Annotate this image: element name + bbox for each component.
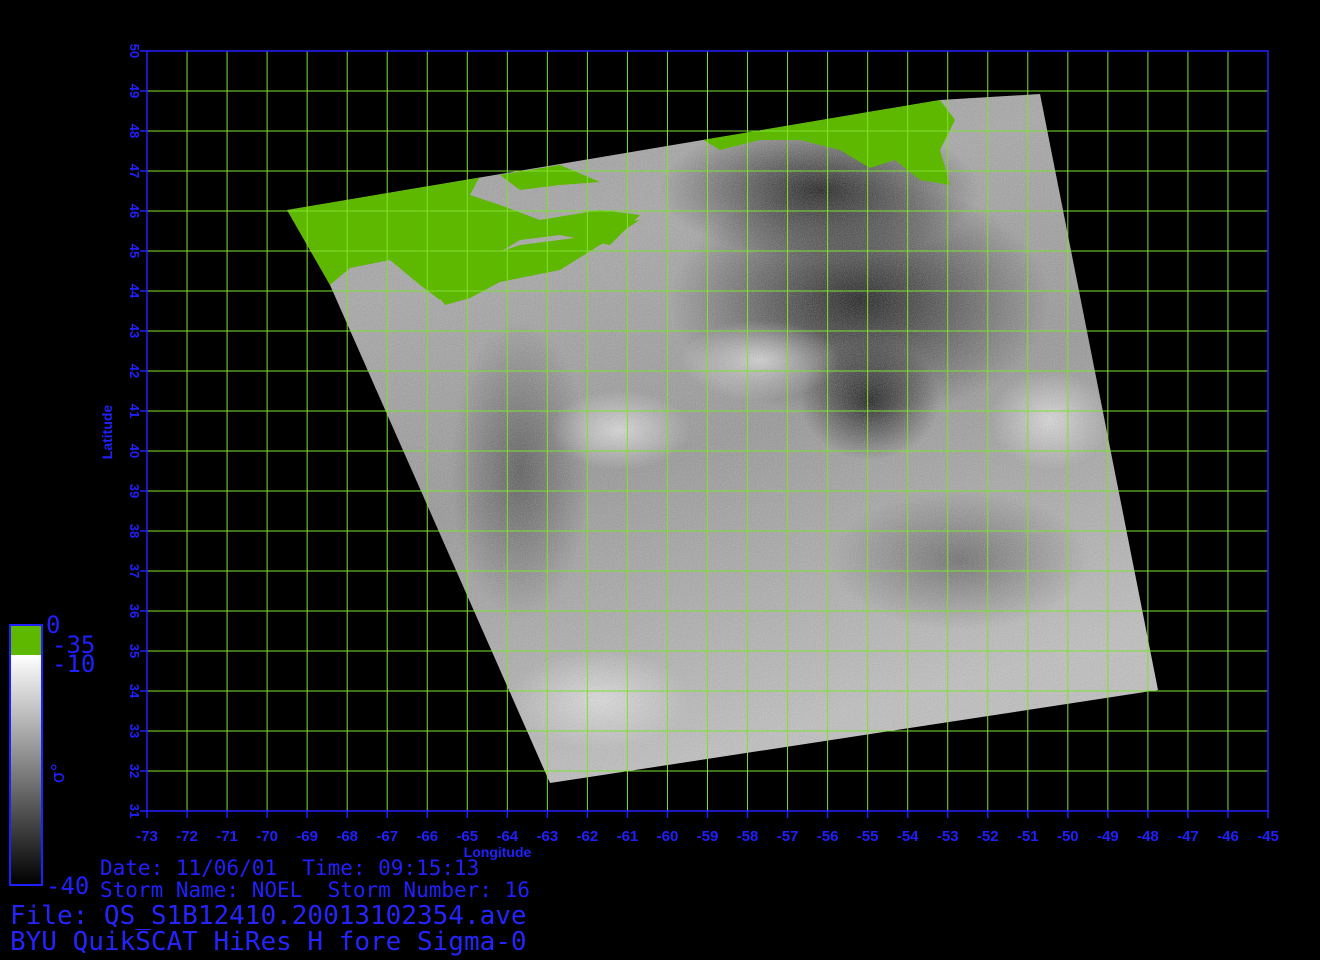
lat-tick-label: 43 bbox=[127, 324, 142, 338]
map-figure: -73 -72 -71 -70 -69 -68 -67 -66 -65 -64 -63 -62 -61 -… bbox=[9, 44, 1279, 900]
lon-tick-label: -69 bbox=[296, 828, 318, 845]
lat-tick-label: 37 bbox=[127, 564, 142, 578]
lat-tick-label: 47 bbox=[127, 164, 142, 178]
lon-tick-label: -53 bbox=[937, 828, 959, 845]
lat-tick-label: 40 bbox=[127, 444, 142, 458]
colorbar-label: -10 bbox=[52, 650, 95, 678]
lat-tick-label: 44 bbox=[127, 284, 142, 299]
lon-tick-label: -54 bbox=[897, 828, 919, 845]
lon-tick-label: -63 bbox=[537, 828, 559, 845]
lat-tick-label: 31 bbox=[127, 804, 142, 818]
colorbar-label: -40 bbox=[46, 872, 89, 900]
storm-info-text: Storm Name: NOEL Storm Number: 16 bbox=[100, 878, 530, 902]
lat-tick-label: 39 bbox=[127, 484, 142, 498]
y-axis-label: Latitude bbox=[99, 405, 115, 460]
lon-tick-label: -66 bbox=[416, 828, 438, 845]
lon-tick-label: -67 bbox=[376, 828, 398, 845]
lon-tick-label: -73 bbox=[136, 828, 158, 845]
lon-tick-label: -61 bbox=[617, 828, 639, 845]
lon-tick-label: -52 bbox=[977, 828, 999, 845]
lon-tick-label: -60 bbox=[657, 828, 679, 845]
lon-tick-label: -48 bbox=[1137, 828, 1159, 845]
lat-tick-label: 36 bbox=[127, 604, 142, 618]
file-name-text: File: QS_S1B12410.20013102354.ave bbox=[10, 901, 527, 931]
lat-tick-label: 38 bbox=[127, 524, 142, 538]
lat-tick-label: 41 bbox=[127, 404, 142, 418]
lon-tick-label: -71 bbox=[216, 828, 238, 845]
lon-tick-label: -45 bbox=[1257, 828, 1279, 845]
lon-tick-label: -46 bbox=[1217, 828, 1239, 845]
colorbar-gradient bbox=[10, 655, 42, 885]
lon-tick-label: -55 bbox=[857, 828, 879, 845]
lon-tick-label: -58 bbox=[737, 828, 759, 845]
satellite-swath bbox=[287, 94, 1158, 783]
lon-tick-label: -65 bbox=[456, 828, 478, 845]
lon-tick-label: -62 bbox=[577, 828, 599, 845]
colorbar-sigma-symbol: σ° bbox=[48, 763, 69, 783]
lon-tick-label: -64 bbox=[496, 828, 518, 845]
colorbar: 0-35-10-40σ° bbox=[9, 611, 95, 900]
date-time-text: Date: 11/06/01 Time: 09:15:13 bbox=[100, 856, 480, 880]
lat-tick-label: 35 bbox=[127, 644, 142, 658]
lat-tick-label: 46 bbox=[127, 204, 142, 218]
lon-tick-label: -57 bbox=[777, 828, 799, 845]
lon-tick-label: -59 bbox=[697, 828, 719, 845]
lat-tick-label: 34 bbox=[127, 684, 142, 699]
lat-tick-label: 32 bbox=[127, 764, 142, 778]
lon-tick-label: -72 bbox=[176, 828, 198, 845]
lon-tick-label: -51 bbox=[1017, 828, 1039, 845]
lon-tick-label: -50 bbox=[1057, 828, 1079, 845]
lat-tick-label: 42 bbox=[127, 364, 142, 378]
lat-tick-label: 50 bbox=[127, 44, 142, 58]
lon-tick-label: -68 bbox=[336, 828, 358, 845]
lon-tick-label: -56 bbox=[817, 828, 839, 845]
colorbar-land-segment bbox=[10, 625, 42, 655]
lon-tick-label: -47 bbox=[1177, 828, 1199, 845]
lat-tick-label: 33 bbox=[127, 724, 142, 738]
product-title-text: BYU QuikSCAT HiRes H fore Sigma-0 bbox=[10, 927, 527, 957]
lon-tick-label: -49 bbox=[1097, 828, 1119, 845]
lat-tick-label: 48 bbox=[127, 124, 142, 138]
lon-tick-label: -70 bbox=[256, 828, 278, 845]
lat-tick-label: 45 bbox=[127, 244, 142, 258]
lat-tick-label: 49 bbox=[127, 84, 142, 98]
